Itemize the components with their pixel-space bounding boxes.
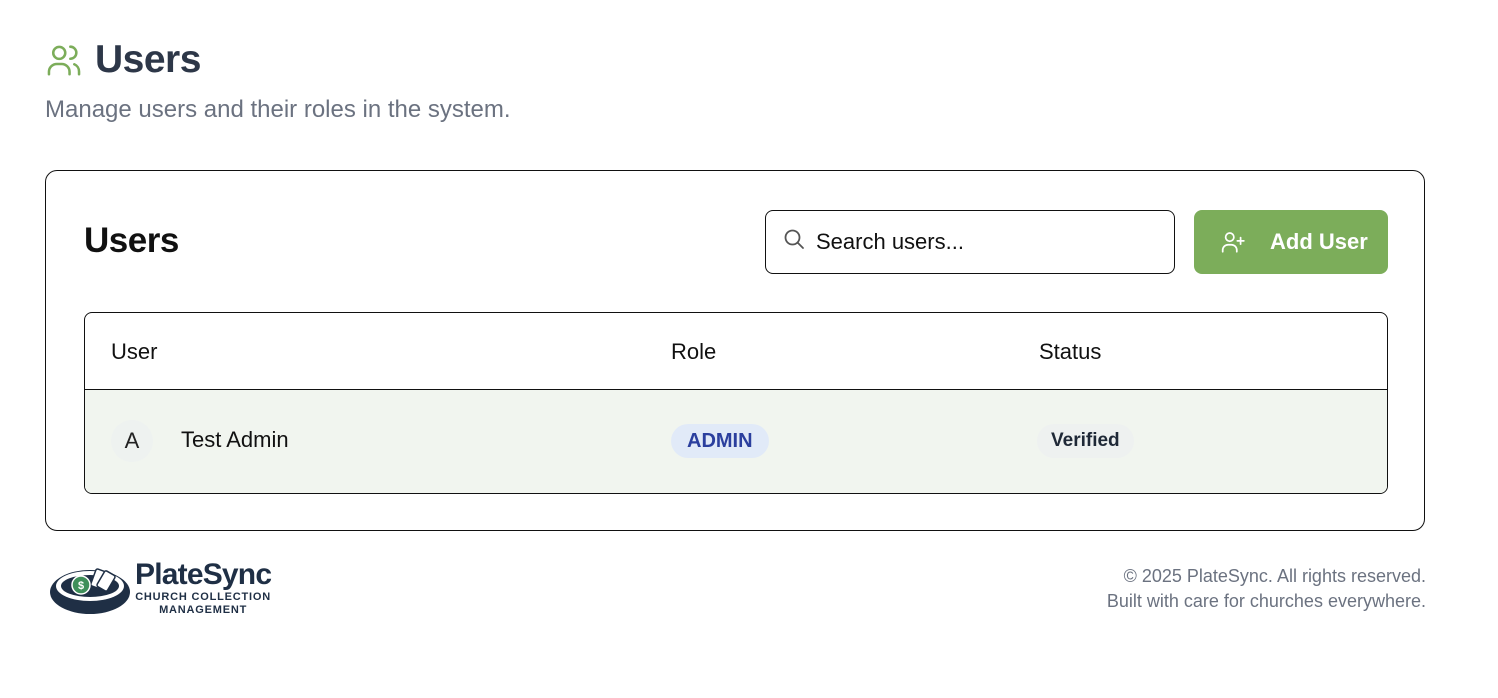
page-title: Users <box>95 38 201 81</box>
add-user-label: Add User <box>1270 229 1368 254</box>
page-header: Users <box>45 38 201 82</box>
column-header-user[interactable]: User <box>111 339 157 365</box>
search-box[interactable] <box>765 210 1175 274</box>
logo-tagline-line1: CHURCH COLLECTION <box>135 591 272 603</box>
users-icon <box>45 41 83 79</box>
logo-text: PlateSync CHURCH COLLECTION MANAGEMENT <box>135 558 272 617</box>
logo-name: PlateSync <box>135 558 272 591</box>
logo-tagline-line2: MANAGEMENT <box>159 604 248 616</box>
user-plus-icon <box>1220 229 1246 255</box>
users-page: Users Manage users and their roles in th… <box>0 0 1498 698</box>
table-header: User Role Status <box>85 313 1387 390</box>
status-badge: Verified <box>1037 424 1134 458</box>
table-row[interactable]: A Test Admin ADMIN Verified <box>85 390 1387 493</box>
page-subtitle: Manage users and their roles in the syst… <box>45 96 511 123</box>
user-name: Test Admin <box>181 427 289 452</box>
svg-text:$: $ <box>78 580 84 592</box>
column-header-role[interactable]: Role <box>671 339 716 365</box>
card-title: Users <box>84 221 179 260</box>
column-header-status[interactable]: Status <box>1039 339 1101 365</box>
search-input[interactable] <box>816 229 1156 255</box>
role-badge: ADMIN <box>671 424 769 458</box>
avatar: A <box>111 420 153 462</box>
footer-text: © 2025 PlateSync. All rights reserved. B… <box>1107 564 1426 614</box>
collection-plate-icon: $ <box>45 556 131 620</box>
footer-copyright: © 2025 PlateSync. All rights reserved. <box>1123 566 1426 586</box>
search-icon <box>782 227 806 251</box>
add-user-button[interactable]: Add User <box>1194 210 1388 274</box>
users-card: Users Add User <box>45 170 1425 531</box>
footer-tagline: Built with care for churches everywhere. <box>1106 591 1426 611</box>
platesync-logo: $ PlateSync CHURCH COLLECTION MANAGEMENT <box>45 553 281 623</box>
users-table: User Role Status A Test Admin ADMIN Veri… <box>84 312 1388 494</box>
